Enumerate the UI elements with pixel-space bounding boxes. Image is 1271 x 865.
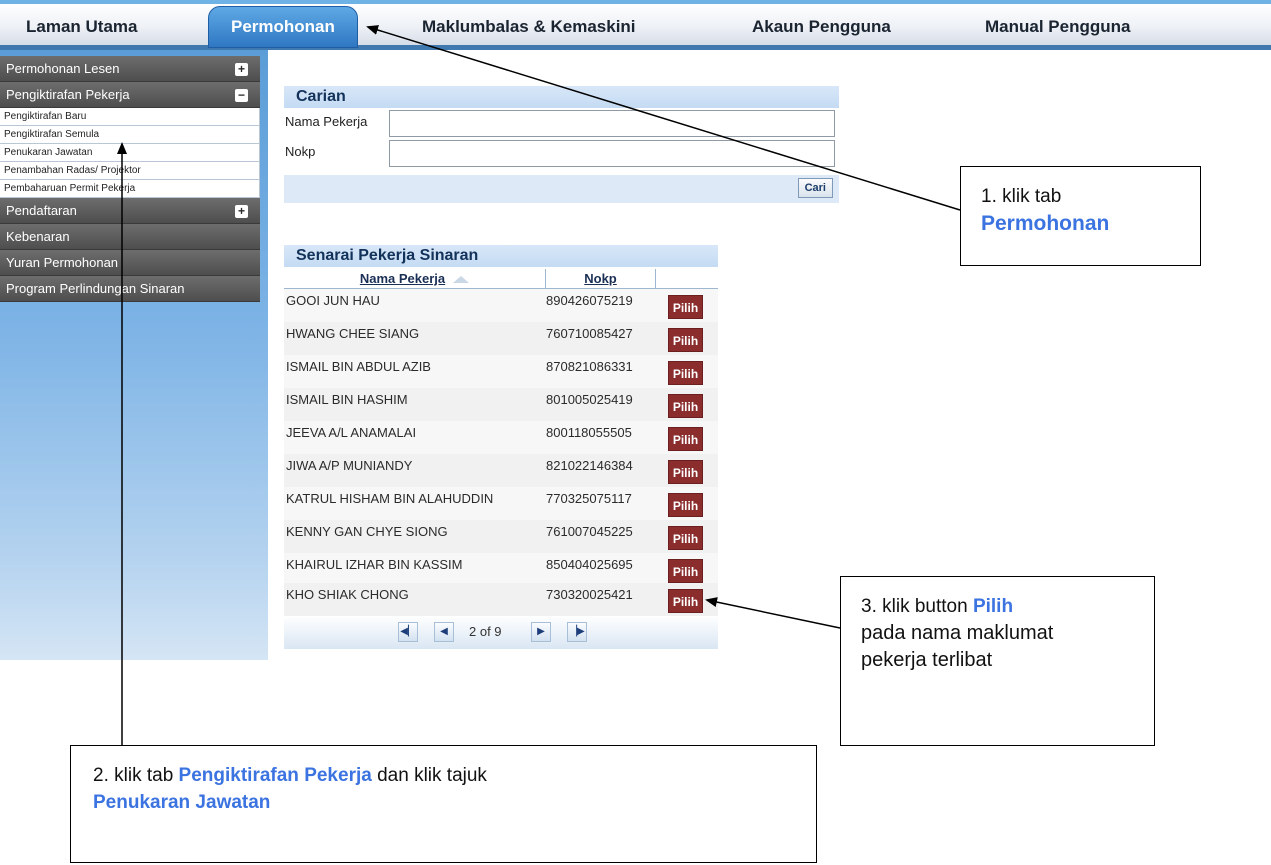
arrow-to-permohonan-tab: [366, 25, 961, 211]
callout-step-3-text: 3. klik button: [861, 596, 973, 617]
callout-step-2-highlight-1: Pengiktirafan Pekerja: [178, 765, 372, 786]
callout-step-2-highlight-2: Penukaran Jawatan: [93, 792, 271, 813]
callout-step-1-text: 1. klik tab: [981, 186, 1062, 207]
callout-step-3: 3. klik button Pilih pada nama maklumat …: [840, 576, 1155, 746]
callout-step-2: 2. klik tab Pengiktirafan Pekerja dan kl…: [70, 745, 817, 863]
callout-step-3-rest: pada nama maklumat pekerja terlibat: [861, 622, 1054, 671]
tutorial-screenshot: Laman Utama Permohonan Maklumbalas & Kem…: [0, 0, 1271, 865]
callout-step-2-middle: dan klik tajuk: [371, 765, 487, 786]
callout-step-2-text: 2. klik tab: [93, 765, 179, 786]
callout-step-1: 1. klik tab Permohonan: [960, 166, 1201, 266]
callout-step-1-highlight: Permohonan: [981, 212, 1110, 235]
arrow-to-pilih-button: [705, 597, 841, 629]
callout-step-3-highlight: Pilih: [972, 596, 1014, 617]
